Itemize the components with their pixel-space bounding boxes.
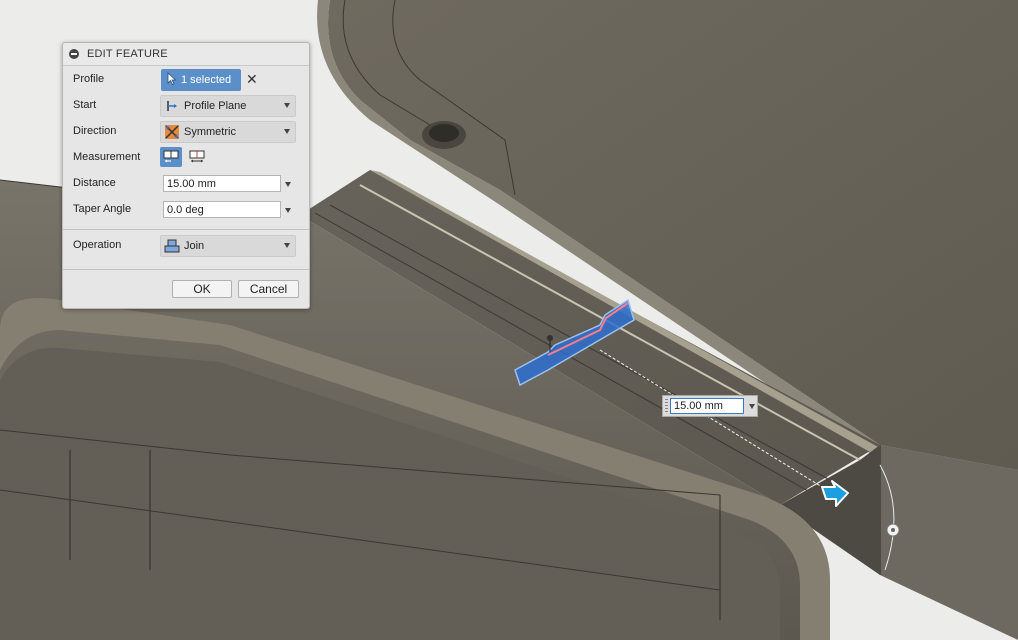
taper-angle-field[interactable]: 0.0 deg — [163, 201, 281, 218]
distance-dropdown-caret-icon[interactable] — [285, 182, 291, 187]
start-row: Start Profile Plane — [63, 95, 309, 117]
ok-button[interactable]: OK — [172, 280, 232, 298]
profile-row: Profile 1 selected ✕ — [63, 69, 309, 91]
chevron-down-icon — [284, 103, 290, 108]
start-label: Start — [73, 99, 97, 111]
measurement-row: Measurement — [63, 147, 309, 169]
operation-label: Operation — [73, 239, 122, 251]
edit-feature-dialog: EDIT FEATURE Profile 1 selected ✕ Start … — [62, 42, 310, 309]
distance-row: Distance 15.00 mm — [63, 173, 309, 195]
canvas-distance-input[interactable]: 15.00 mm — [670, 398, 744, 414]
select-cursor-icon — [167, 72, 177, 88]
cancel-button[interactable]: Cancel — [238, 280, 299, 298]
chevron-down-icon — [284, 129, 290, 134]
direction-dropdown[interactable]: Symmetric — [160, 121, 296, 143]
distance-label: Distance — [73, 177, 116, 189]
drag-grip-icon[interactable] — [665, 399, 668, 413]
collapse-icon[interactable] — [69, 49, 79, 59]
direction-label: Direction — [73, 125, 117, 137]
direction-value: Symmetric — [184, 126, 236, 138]
profile-plane-icon — [164, 98, 180, 114]
taper-angle-dropdown-caret-icon[interactable] — [285, 208, 291, 213]
profile-selection-button[interactable]: 1 selected — [161, 69, 241, 91]
canvas-distance-dropdown-caret-icon[interactable] — [749, 404, 755, 409]
operation-row: Operation Join — [63, 235, 309, 257]
direction-row: Direction Symmetric — [63, 121, 309, 143]
divider — [63, 269, 309, 270]
start-dropdown[interactable]: Profile Plane — [160, 95, 296, 117]
pin-marker-head — [547, 335, 553, 341]
operation-dropdown[interactable]: Join — [160, 235, 296, 257]
measurement-options — [160, 147, 208, 167]
boss-hole-inner — [429, 124, 459, 142]
distance-field[interactable]: 15.00 mm — [163, 175, 281, 192]
profile-label: Profile — [73, 73, 105, 85]
canvas-distance-input-box: 15.00 mm — [662, 395, 758, 417]
start-value: Profile Plane — [184, 100, 247, 112]
chevron-down-icon — [284, 243, 290, 248]
taper-angle-label: Taper Angle — [73, 203, 132, 215]
half-length-icon[interactable] — [160, 147, 182, 167]
operation-value: Join — [184, 240, 205, 252]
divider — [63, 229, 309, 230]
measurement-label: Measurement — [73, 151, 141, 163]
dialog-title: EDIT FEATURE — [87, 48, 168, 60]
dialog-header[interactable]: EDIT FEATURE — [63, 43, 309, 66]
join-icon — [164, 238, 180, 254]
clear-selection-icon[interactable]: ✕ — [246, 71, 258, 88]
taper-angle-handle-dot — [891, 528, 895, 532]
whole-length-icon[interactable] — [186, 147, 208, 167]
symmetric-icon — [164, 124, 180, 140]
profile-selection-count: 1 selected — [181, 74, 232, 86]
taper-angle-row: Taper Angle 0.0 deg — [63, 199, 309, 221]
